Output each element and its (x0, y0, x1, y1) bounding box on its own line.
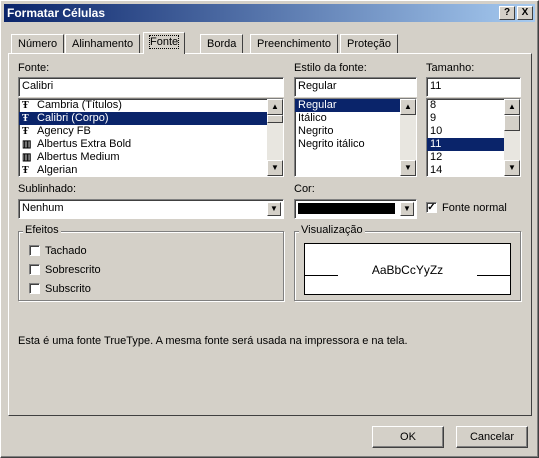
scroll-up-icon[interactable]: ▲ (400, 99, 416, 115)
list-item[interactable]: Ŧ Algerian (19, 164, 283, 176)
truetype-icon: Ŧ (22, 126, 29, 137)
truetype-icon: Ŧ (22, 113, 29, 124)
tab-alinhamento[interactable]: Alinhamento (65, 34, 141, 54)
dialog-title: Formatar Células (7, 6, 106, 20)
list-item[interactable]: ▥ Albertus Extra Bold (19, 138, 283, 151)
strikethrough-checkbox[interactable] (29, 245, 40, 256)
normal-font-label: Fonte normal (442, 202, 507, 214)
superscript-label: Sobrescrito (45, 264, 101, 276)
size-list[interactable]: 8 9 10 11 12 14 ▲ ▼ (426, 98, 521, 177)
tab-preenchimento[interactable]: Preenchimento (250, 34, 338, 54)
normal-font-checkbox[interactable]: ✓ (426, 202, 437, 213)
chevron-down-icon[interactable]: ▼ (267, 202, 281, 216)
help-button[interactable]: ? (499, 6, 515, 20)
strikethrough-label: Tachado (45, 245, 87, 257)
chevron-down-icon[interactable]: ▼ (400, 202, 414, 216)
tab-numero[interactable]: Número (11, 34, 65, 54)
size-input[interactable]: 11 (426, 77, 521, 97)
style-input[interactable]: Regular (294, 77, 417, 97)
underline-value: Nenhum (22, 202, 64, 214)
list-item[interactable]: Itálico (295, 112, 416, 125)
list-item[interactable]: Regular (295, 99, 416, 112)
tab-borda[interactable]: Borda (200, 34, 244, 54)
preview-group: Visualização AaBbCcYyZz (294, 224, 521, 301)
color-label: Cor: (294, 183, 315, 195)
preview-title: Visualização (299, 224, 365, 236)
style-label: Estilo da fonte: (294, 62, 367, 74)
scroll-up-icon[interactable]: ▲ (504, 99, 520, 115)
style-list[interactable]: Regular Itálico Negrito Negrito itálico … (294, 98, 417, 177)
color-select[interactable]: ▼ (294, 199, 417, 219)
scroll-thumb[interactable] (504, 115, 520, 131)
superscript-checkbox[interactable] (29, 264, 40, 275)
list-item[interactable]: Negrito itálico (295, 138, 416, 151)
subscript-label: Subscrito (45, 283, 91, 295)
printer-font-icon: ▥ (22, 152, 32, 163)
list-item[interactable]: Ŧ Calibri (Corpo) (19, 112, 283, 125)
size-scrollbar[interactable]: ▲ ▼ (504, 99, 520, 176)
font-label: Fonte: (18, 62, 50, 74)
underline-label: Sublinhado: (18, 183, 77, 195)
cancel-button[interactable]: Cancelar (456, 426, 528, 448)
scroll-down-icon[interactable]: ▼ (400, 160, 416, 176)
ok-button[interactable]: OK (372, 426, 444, 448)
tab-protecao[interactable]: Proteção (340, 34, 399, 54)
effects-title: Efeitos (23, 224, 61, 236)
list-item[interactable]: Ŧ Agency FB (19, 125, 283, 138)
effects-group: Efeitos Tachado Sobrescrito Subscrito (18, 224, 284, 301)
scroll-down-icon[interactable]: ▼ (267, 160, 283, 176)
subscript-checkbox[interactable] (29, 283, 40, 294)
preview-box: AaBbCcYyZz (304, 243, 511, 295)
list-item[interactable]: ▥ Albertus Medium (19, 151, 283, 164)
font-scrollbar[interactable]: ▲ ▼ (267, 99, 283, 176)
truetype-icon: Ŧ (22, 165, 29, 176)
font-input[interactable]: Calibri (18, 77, 284, 97)
format-cells-dialog: Formatar Células ? X Número Alinhamento … (0, 0, 539, 458)
scroll-up-icon[interactable]: ▲ (267, 99, 283, 115)
preview-sample: AaBbCcYyZz (371, 263, 444, 277)
title-bar: Formatar Células ? X (4, 4, 535, 22)
close-button[interactable]: X (517, 6, 533, 20)
list-item[interactable]: Ŧ Cambria (Títulos) (19, 99, 283, 112)
printer-font-icon: ▥ (22, 139, 32, 150)
scroll-down-icon[interactable]: ▼ (504, 160, 520, 176)
checkmark-icon: ✓ (427, 202, 436, 213)
underline-select[interactable]: Nenhum ▼ (18, 199, 284, 219)
scroll-thumb[interactable] (267, 115, 283, 123)
list-item[interactable]: Negrito (295, 125, 416, 138)
color-swatch (298, 203, 395, 214)
truetype-icon: Ŧ (22, 100, 29, 111)
font-list[interactable]: Ŧ Cambria (Títulos) Ŧ Calibri (Corpo) Ŧ Age… (18, 98, 284, 177)
size-label: Tamanho: (426, 62, 475, 74)
style-scrollbar[interactable]: ▲ ▼ (400, 99, 416, 176)
font-info-text: Esta é uma fonte TrueType. A mesma fonte… (18, 335, 408, 347)
tab-fonte[interactable]: Fonte (143, 32, 186, 54)
